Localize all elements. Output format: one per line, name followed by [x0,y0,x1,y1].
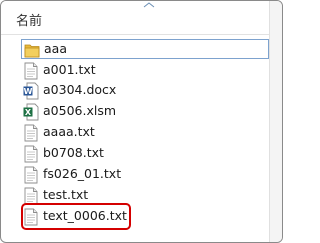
column-header-row: 名前 [1,1,269,35]
list-item-fs026-01-txt[interactable]: fs026_01.txt [21,165,269,185]
list-item-aaa[interactable]: aaa [21,39,269,59]
svg-text:W: W [24,87,33,96]
file-name: a0304.docx [43,82,117,97]
file-list: aaa a001.txt W a0304.docx X a0506.xlsm a… [1,35,269,242]
red-highlight-box [21,203,131,230]
svg-text:X: X [25,108,32,117]
file-name: b0708.txt [43,145,104,160]
file-name: aaa [44,41,67,56]
file-explorer-window: 名前 aaa a001.txt W a0304.docx X a0506.xls… [0,0,283,243]
list-item-a0304-docx[interactable]: W a0304.docx [21,81,269,101]
list-item-a0506-xlsm[interactable]: X a0506.xlsm [21,102,269,122]
name-column-header[interactable]: 名前 [16,10,42,29]
list-item-a001-txt[interactable]: a001.txt [21,61,269,81]
text-file-icon [24,166,38,184]
word-doc-icon: W [23,82,39,100]
text-file-icon [24,124,38,142]
file-name: a001.txt [43,62,96,77]
file-name: aaaa.txt [43,124,95,139]
folder-icon [24,44,40,58]
list-item-b0708-txt[interactable]: b0708.txt [21,144,269,164]
sort-ascending-icon [143,2,155,8]
text-file-icon [24,62,38,80]
text-file-icon [24,145,38,163]
list-item-aaaa-txt[interactable]: aaaa.txt [21,123,269,143]
excel-file-icon: X [23,103,39,121]
vertical-scrollbar[interactable] [269,1,282,242]
file-name: fs026_01.txt [43,166,122,181]
file-name: test.txt [43,187,89,202]
file-name: a0506.xlsm [43,103,117,118]
